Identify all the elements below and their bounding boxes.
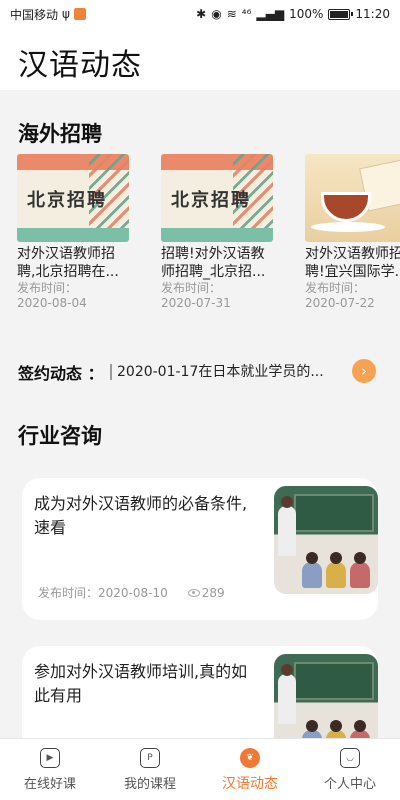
recruit-card[interactable]: 北京招聘 对外汉语教师招聘,北京招聘在... 发布时间： 2020-08-04 [17, 154, 137, 311]
recruit-card[interactable]: 北京招聘 招聘!对外汉语教师招聘_北京招... 发布时间： 2020-07-31 [161, 154, 281, 311]
chevron-right-icon[interactable]: › [352, 359, 376, 383]
tab-label: 汉语动态 [222, 776, 278, 792]
recruit-date: 2020-07-31 [161, 296, 231, 310]
recruit-thumbnail: 北京招聘 [161, 154, 273, 242]
app-notification-icon [73, 8, 86, 20]
eye-icon: ◉ [211, 7, 222, 21]
signing-label: 签约动态 ： [18, 364, 104, 383]
recruit-date: 2020-08-04 [17, 296, 87, 310]
tab-label: 个人中心 [323, 777, 376, 792]
recruit-date: 2020-07-22 [305, 296, 375, 310]
battery-percent: 100% [289, 7, 324, 21]
bookmark-icon: P [140, 748, 160, 768]
page-header: 汉语动态 [0, 28, 400, 90]
news-title: 成为对外汉语教师的必备条件,速看 [34, 494, 248, 537]
news-title: 参加对外汉语教师培训,真的如此有用 [34, 662, 248, 705]
tab-label: 我的课程 [123, 777, 176, 792]
recruit-title: 对外汉语教师招聘!宜兴国际学... [305, 246, 400, 280]
tab-chinese-news[interactable]: ❦ 汉语动态 [200, 739, 300, 800]
bluetooth-icon: ✱ [196, 7, 207, 21]
news-image [274, 486, 378, 594]
carrier-label: 中国移动 [10, 7, 59, 22]
page-title: 汉语动态 [18, 48, 142, 83]
views-icon [187, 588, 200, 597]
tab-profile[interactable]: ◡ 个人中心 [300, 739, 400, 800]
news-card[interactable]: 成为对外汉语教师的必备条件,速看 发布时间：2020-08-10 289 [22, 478, 378, 620]
recruit-thumbnail [305, 154, 400, 242]
divider [110, 364, 112, 380]
leaf-icon: ❦ [240, 748, 260, 768]
tab-my-courses[interactable]: P 我的课程 [100, 739, 200, 800]
recruit-thumbnail: 北京招聘 [17, 154, 129, 242]
network-label: ⁴⁶ [241, 7, 252, 21]
news-views: 289 [201, 585, 225, 600]
recruit-card[interactable]: 对外汉语教师招聘!宜兴国际学... 发布时间： 2020-07-22 [305, 154, 400, 311]
news-meta: 发布时间：2020-08-10 289 [38, 584, 225, 601]
recruit-date-label: 发布时间： [161, 281, 222, 295]
section-title-industry: 行业咨询 [18, 424, 102, 448]
tab-label: 在线好课 [23, 777, 76, 792]
recruit-date-label: 发布时间： [305, 281, 366, 295]
recruit-title: 对外汉语教师招聘,北京招聘在... [17, 246, 119, 280]
signing-news-bar[interactable]: 签约动态 ： 2020-01-17在日本就业学员的... › [0, 354, 400, 388]
overseas-recruit-list: 北京招聘 对外汉语教师招聘,北京招聘在... 发布时间： 2020-08-04 … [0, 154, 400, 314]
usb-icon: ψ [62, 7, 70, 21]
play-icon: ▶ [40, 748, 60, 768]
news-date: 发布时间：2020-08-10 [38, 586, 168, 600]
clock: 11:20 [355, 7, 390, 21]
thumbnail-text: 北京招聘 [27, 190, 107, 211]
wifi-icon: ≋ [226, 7, 237, 21]
battery-icon [328, 8, 354, 20]
bottom-tab-bar: ▶ 在线好课 P 我的课程 ❦ 汉语动态 ◡ 个人中心 [0, 738, 400, 800]
section-title-overseas: 海外招聘 [18, 122, 102, 146]
signal-icon: ▂▄▆ [256, 7, 285, 21]
signing-text[interactable]: 2020-01-17在日本就业学员的... [117, 361, 332, 381]
smile-icon: ◡ [340, 748, 360, 768]
thumbnail-text: 北京招聘 [171, 190, 251, 211]
recruit-date-label: 发布时间： [17, 281, 78, 295]
recruit-title: 招聘!对外汉语教师招聘_北京招... [161, 246, 266, 280]
tab-online-courses[interactable]: ▶ 在线好课 [0, 739, 100, 800]
status-bar: 中国移动 ψ ✱ ◉ ≋ ⁴⁶ ▂▄▆ 100% 11:20 [0, 0, 400, 28]
